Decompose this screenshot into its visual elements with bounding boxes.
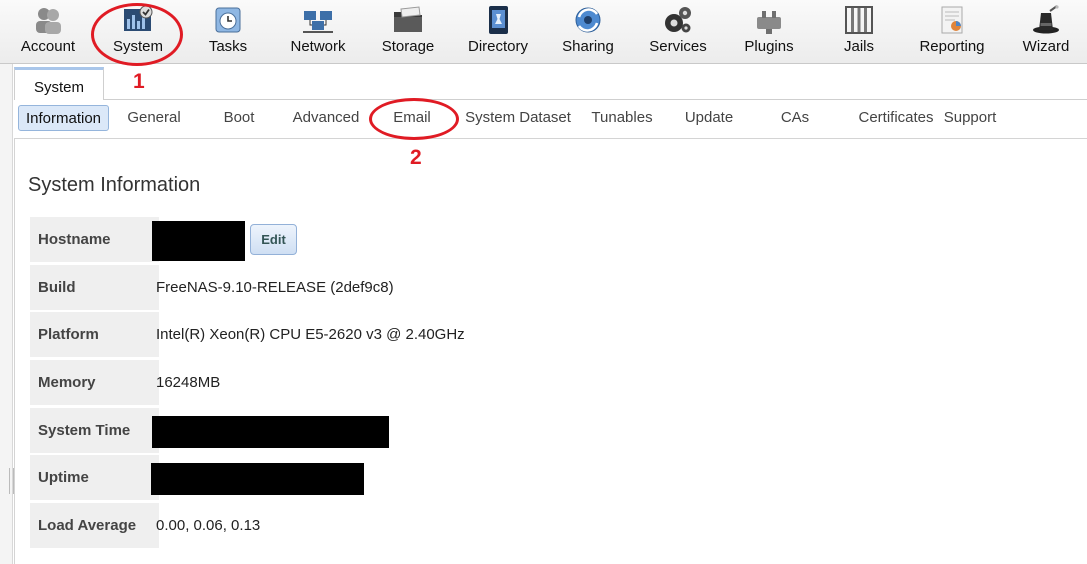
left-sidebar-collapsed bbox=[0, 64, 14, 564]
toolbar-account[interactable]: Account bbox=[4, 0, 92, 62]
toolbar-label: Storage bbox=[381, 38, 435, 55]
toolbar-plugins[interactable]: Plugins bbox=[725, 0, 813, 62]
subtab-label: General bbox=[127, 109, 181, 126]
redacted-hostname bbox=[152, 221, 245, 261]
memory-value: 16248MB bbox=[156, 374, 221, 391]
subtab-label: System Dataset bbox=[465, 109, 571, 126]
sharing-globe-icon bbox=[575, 7, 601, 33]
subtab-cas[interactable]: CAs bbox=[769, 105, 821, 131]
toolbar-label: Services bbox=[649, 38, 707, 55]
toolbar-label: Sharing bbox=[562, 38, 614, 55]
row-label: Load Average bbox=[30, 503, 159, 548]
subtab-label: Support bbox=[943, 109, 997, 126]
edit-hostname-button[interactable]: Edit bbox=[250, 224, 297, 255]
table-row-uptime: Uptime bbox=[30, 455, 730, 500]
subtab-system-dataset[interactable]: System Dataset bbox=[458, 105, 578, 131]
network-icon bbox=[303, 11, 333, 33]
system-subtabs: Information General Boot Advanced Email … bbox=[14, 100, 1087, 139]
row-label: Platform bbox=[30, 312, 159, 357]
page-title: System Information bbox=[28, 174, 201, 196]
row-label: Memory bbox=[30, 360, 159, 405]
plugin-icon bbox=[757, 11, 781, 34]
toolbar-jails[interactable]: Jails bbox=[815, 0, 903, 62]
tab-system-label: System bbox=[33, 79, 84, 96]
toolbar-label: Plugins bbox=[744, 38, 794, 55]
toolbar-label: Wizard bbox=[1022, 38, 1070, 55]
subtab-label: Advanced bbox=[292, 109, 360, 126]
calendar-clock-icon bbox=[215, 7, 241, 33]
row-label: Build bbox=[30, 265, 159, 310]
load-average-value: 0.00, 0.06, 0.13 bbox=[156, 517, 261, 534]
toolbar-label: Jails bbox=[843, 38, 874, 55]
gears-icon bbox=[665, 7, 691, 33]
folder-icon bbox=[394, 6, 422, 32]
platform-value: Intel(R) Xeon(R) CPU E5-2620 v3 @ 2.40GH… bbox=[156, 326, 465, 343]
toolbar-label: Reporting bbox=[919, 38, 985, 55]
toolbar-services[interactable]: Services bbox=[634, 0, 722, 62]
toolbar-label: Network bbox=[290, 38, 346, 55]
subtab-information[interactable]: Information bbox=[18, 105, 109, 131]
jail-bars-icon bbox=[845, 6, 873, 34]
toolbar-wizard[interactable]: Wizard bbox=[1002, 0, 1087, 62]
subtab-support[interactable]: Support bbox=[936, 105, 1004, 131]
subtab-advanced[interactable]: Advanced bbox=[284, 105, 368, 131]
toolbar-storage[interactable]: Storage bbox=[364, 0, 452, 62]
subtab-label: Update bbox=[684, 109, 734, 126]
row-label: Hostname bbox=[30, 217, 159, 262]
toolbar-sharing[interactable]: Sharing bbox=[544, 0, 632, 62]
subtab-label: Tunables bbox=[591, 109, 653, 126]
table-row-system-time: System Time bbox=[30, 408, 730, 453]
panel-border bbox=[14, 138, 15, 564]
subtab-boot[interactable]: Boot bbox=[204, 105, 274, 131]
redacted-uptime bbox=[151, 463, 364, 495]
subtab-label: Information bbox=[25, 110, 102, 127]
table-row-load-average: Load Average 0.00, 0.06, 0.13 bbox=[30, 503, 730, 548]
wizard-hat-icon bbox=[1033, 5, 1059, 34]
table-row-platform: Platform Intel(R) Xeon(R) CPU E5-2620 v3… bbox=[30, 312, 730, 357]
toolbar-tasks[interactable]: Tasks bbox=[184, 0, 272, 62]
subtab-general[interactable]: General bbox=[114, 105, 194, 131]
annotation-circle-email bbox=[369, 98, 459, 140]
tab-system[interactable]: System bbox=[14, 67, 104, 100]
directory-book-icon bbox=[489, 6, 508, 34]
redacted-system-time bbox=[152, 416, 389, 448]
toolbar-label: Directory bbox=[467, 38, 528, 55]
toolbar-reporting[interactable]: Reporting bbox=[908, 0, 996, 62]
subtab-label: CAs bbox=[780, 109, 810, 126]
row-label: Uptime bbox=[30, 455, 159, 500]
annotation-circle-system bbox=[91, 3, 183, 66]
subtab-update[interactable]: Update bbox=[674, 105, 744, 131]
annotation-number-2: 2 bbox=[410, 146, 422, 169]
annotation-number-1: 1 bbox=[133, 70, 145, 93]
subtab-tunables[interactable]: Tunables bbox=[586, 105, 658, 131]
subtab-label: Boot bbox=[223, 109, 255, 126]
toolbar-label: Account bbox=[20, 38, 76, 55]
table-row-build: Build FreeNAS-9.10-RELEASE (2def9c8) bbox=[30, 265, 730, 310]
build-value: FreeNAS-9.10-RELEASE (2def9c8) bbox=[156, 279, 394, 296]
subtab-label: Certificates bbox=[858, 109, 934, 126]
toolbar-network[interactable]: Network bbox=[274, 0, 362, 62]
toolbar-directory[interactable]: Directory bbox=[454, 0, 542, 62]
report-chart-icon bbox=[941, 6, 963, 34]
toolbar-label: Tasks bbox=[208, 38, 248, 55]
table-row-hostname: Hostname Edit bbox=[30, 217, 730, 262]
table-row-memory: Memory 16248MB bbox=[30, 360, 730, 405]
row-label: System Time bbox=[30, 408, 159, 453]
users-icon bbox=[36, 8, 61, 34]
